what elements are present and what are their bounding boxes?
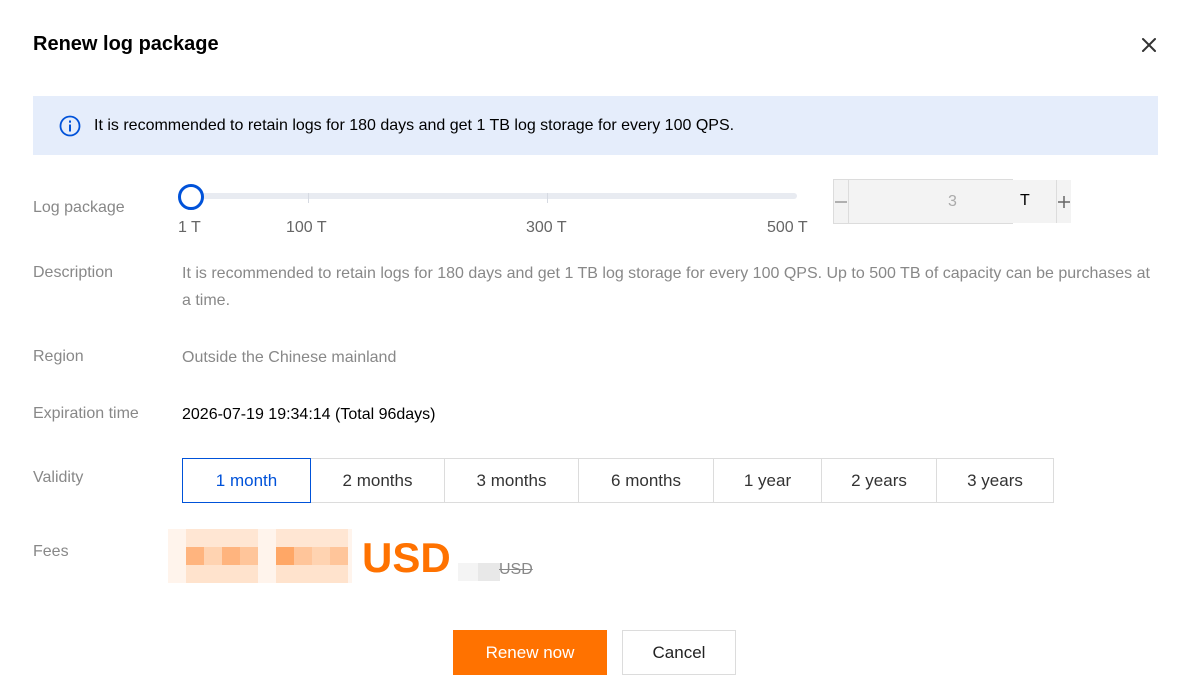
quantity-stepper xyxy=(833,179,1071,224)
original-price-mosaic xyxy=(458,563,500,581)
validity-option[interactable]: 1 year xyxy=(713,458,822,503)
price-mosaic xyxy=(168,529,352,583)
info-notice: It is recommended to retain logs for 180… xyxy=(33,96,1158,155)
validity-option[interactable]: 6 months xyxy=(578,458,714,503)
validity-option[interactable]: 3 years xyxy=(936,458,1054,503)
validity-label: Validity xyxy=(33,469,84,486)
validity-option[interactable]: 1 month xyxy=(182,458,311,503)
validity-option[interactable]: 3 months xyxy=(444,458,579,503)
close-icon[interactable] xyxy=(1137,33,1161,57)
original-price-currency: USD xyxy=(499,561,533,578)
renew-now-button[interactable]: Renew now xyxy=(453,630,607,675)
notice-text: It is recommended to retain logs for 180… xyxy=(94,116,735,134)
region-label: Region xyxy=(33,348,84,365)
validity-option[interactable]: 2 months xyxy=(310,458,445,503)
renew-dialog: Renew log package It is recommended to r… xyxy=(0,0,1184,697)
validity-options: 1 month 2 months 3 months 6 months 1 year 2 y… xyxy=(182,458,1054,503)
plus-icon[interactable] xyxy=(1056,180,1071,223)
slider-tick-label: 1 T xyxy=(178,219,201,236)
minus-icon[interactable] xyxy=(834,180,849,223)
quantity-unit: T xyxy=(1020,192,1030,209)
info-icon xyxy=(59,115,81,136)
slider-tick-label: 100 T xyxy=(286,219,327,236)
expiration-label: Expiration time xyxy=(33,405,139,422)
dialog-title: Renew log package xyxy=(33,33,219,55)
fees-label: Fees xyxy=(33,543,69,560)
description-text: It is recommended to retain logs for 180… xyxy=(182,265,1150,309)
slider-tick xyxy=(308,193,309,203)
description-label: Description xyxy=(33,264,114,281)
region-value: Outside the Chinese mainland xyxy=(182,349,397,366)
slider-tick-label: 500 T xyxy=(767,219,808,236)
slider-tick xyxy=(547,193,548,203)
price-currency: USD xyxy=(362,534,451,581)
expiration-value: 2026-07-19 19:34:14 (Total 96days) xyxy=(182,406,436,423)
slider-thumb[interactable] xyxy=(178,184,204,210)
log-package-label: Log package xyxy=(33,199,125,216)
slider-tick-label: 300 T xyxy=(526,219,567,236)
slider-track[interactable] xyxy=(182,193,797,199)
validity-option[interactable]: 2 years xyxy=(821,458,937,503)
cancel-button[interactable]: Cancel xyxy=(622,630,736,675)
